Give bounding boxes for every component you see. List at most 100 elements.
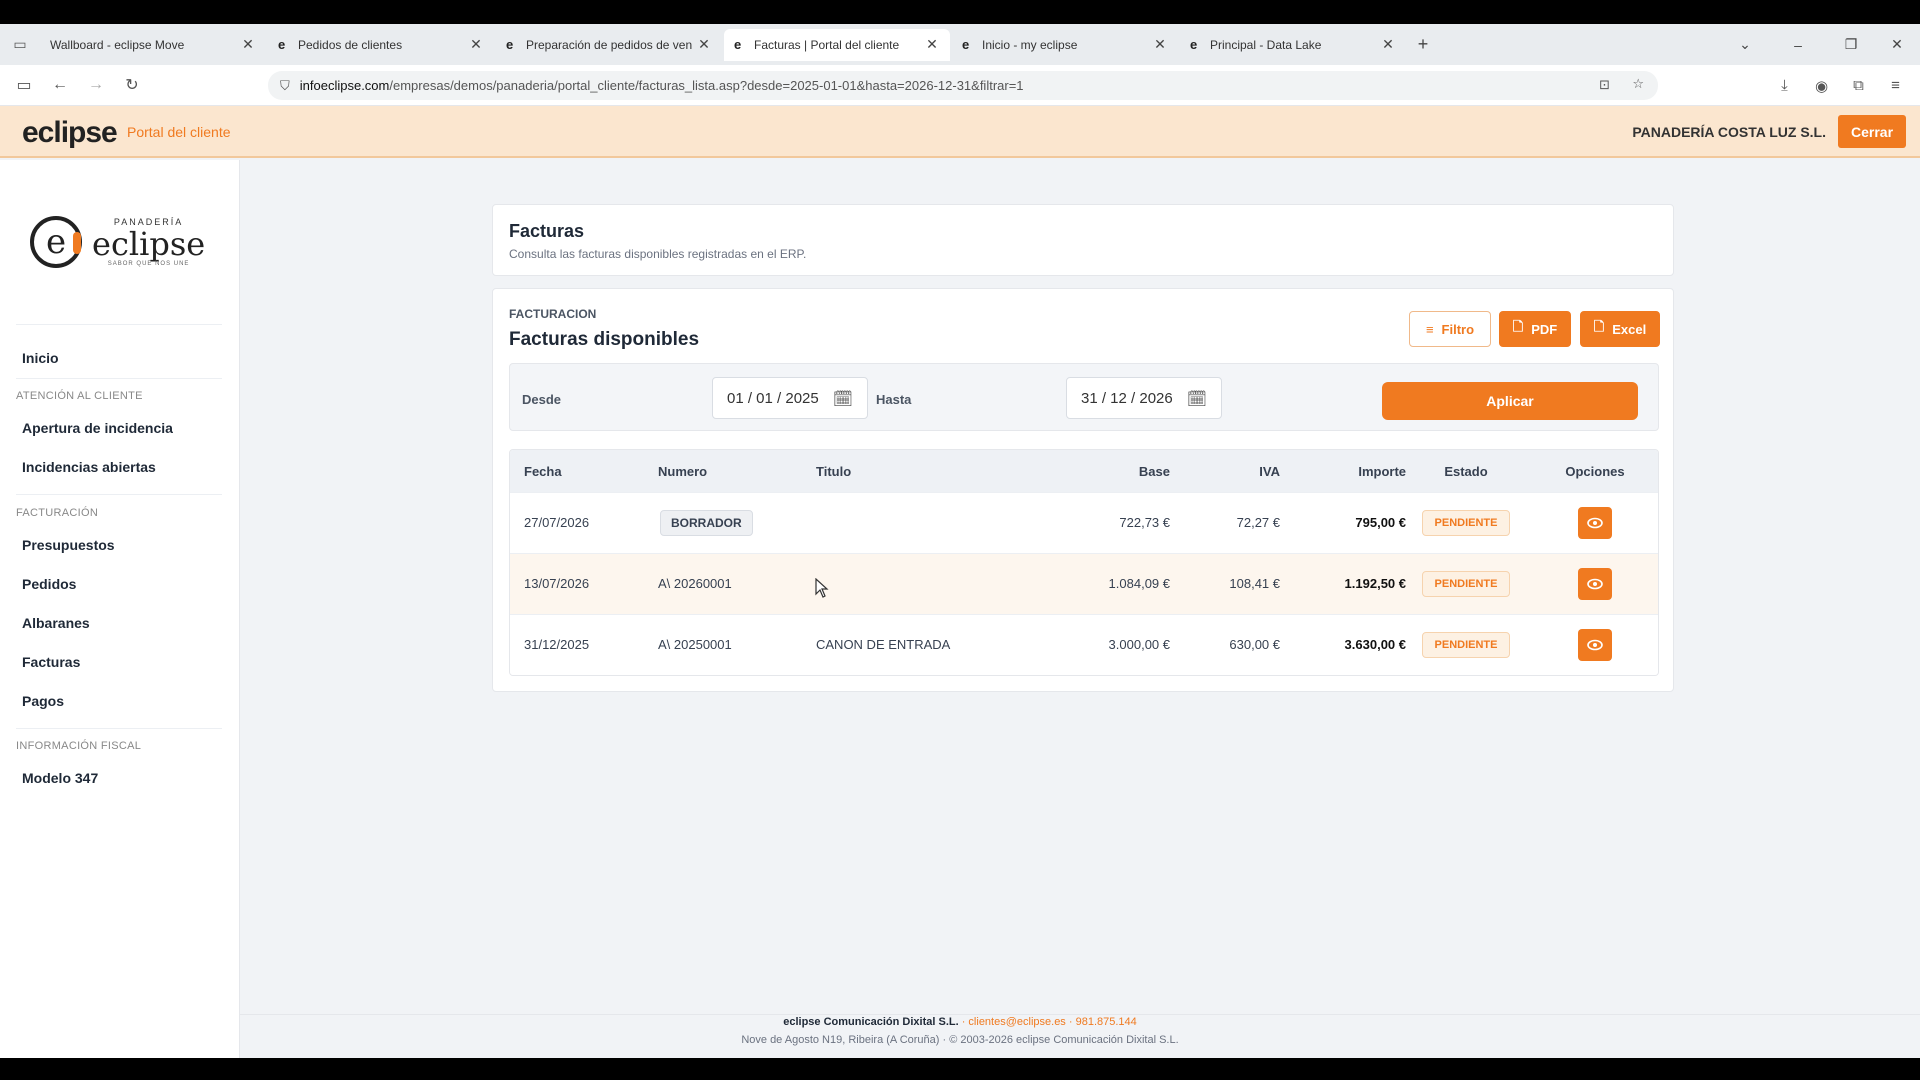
column-header[interactable]: Numero bbox=[658, 464, 707, 479]
view-invoice-button[interactable] bbox=[1578, 629, 1612, 661]
sidebar-item-albaranes[interactable]: Albaranes bbox=[22, 615, 90, 631]
cell-numero: A\ 20250001 bbox=[658, 637, 732, 652]
cell-importe: 795,00 € bbox=[1355, 515, 1406, 530]
sidebar-item-pedidos[interactable]: Pedidos bbox=[22, 576, 76, 592]
sidebar-toggle-icon[interactable]: ▭ bbox=[6, 75, 42, 95]
tab-title: Inicio - my eclipse bbox=[982, 37, 1078, 52]
tab-title: Principal - Data Lake bbox=[1210, 37, 1322, 52]
column-header[interactable]: Opciones bbox=[1550, 464, 1640, 479]
minimize-icon[interactable]: – bbox=[1768, 37, 1828, 53]
screen: ▭ Wallboard - eclipse Move ✕ e Pedidos de … bbox=[0, 0, 1920, 1080]
reload-icon[interactable]: ↻ bbox=[114, 75, 150, 95]
profile-icon[interactable]: ◉ bbox=[1803, 77, 1840, 95]
cell-base: 722,73 € bbox=[1119, 515, 1170, 530]
back-icon[interactable]: ← bbox=[42, 76, 78, 94]
table-row[interactable]: 27/07/2026 BORRADOR 722,73 € 72,27 € 795… bbox=[510, 492, 1658, 553]
filter-button[interactable]: ≡ Filtro bbox=[1409, 311, 1491, 347]
to-label: Hasta bbox=[876, 392, 912, 407]
export-pdf-button[interactable]: 🗋 PDF bbox=[1499, 311, 1571, 347]
table-row[interactable]: 31/12/2025 A\ 20250001 CANON DE ENTRADA … bbox=[510, 614, 1658, 675]
cell-iva: 630,00 € bbox=[1229, 637, 1280, 652]
sidebar-item-modelo-347[interactable]: Modelo 347 bbox=[22, 770, 98, 786]
table-header: Fecha Numero Titulo Base IVA Importe Est… bbox=[510, 450, 1658, 492]
url-path: /empresas/demos/panaderia/portal_cliente… bbox=[389, 78, 1024, 93]
cell-fecha: 31/12/2025 bbox=[524, 637, 590, 652]
bookmark-star-icon[interactable]: ☆ bbox=[1632, 76, 1644, 92]
close-icon[interactable]: ✕ bbox=[696, 36, 712, 53]
status-badge: PENDIENTE bbox=[1422, 632, 1510, 658]
close-icon[interactable]: ✕ bbox=[924, 36, 940, 53]
tab-list-chevron-icon[interactable]: ⌄ bbox=[1722, 36, 1768, 53]
new-tab-icon[interactable]: + bbox=[1408, 34, 1438, 55]
logo-name: eclipse bbox=[92, 225, 206, 263]
tab-title: Wallboard - eclipse Move bbox=[50, 37, 185, 52]
close-icon[interactable]: ✕ bbox=[1380, 36, 1396, 53]
browser-tab[interactable]: e Principal - Data Lake ✕ bbox=[1180, 29, 1406, 61]
footer-company: eclipse Comunicación Dixital S.L. bbox=[783, 1016, 959, 1028]
column-header[interactable]: Estado bbox=[1422, 464, 1510, 479]
column-header[interactable]: Base bbox=[1050, 464, 1170, 479]
cell-importe: 3.630,00 € bbox=[1344, 637, 1406, 652]
footer-contact[interactable]: · clientes@eclipse.es · 981.875.144 bbox=[959, 1016, 1137, 1028]
url-bar[interactable]: ⛉ infoeclipse.com/empresas/demos/panader… bbox=[268, 71, 1658, 100]
menu-icon[interactable]: ≡ bbox=[1877, 77, 1914, 94]
downloads-icon[interactable]: ⤓ bbox=[1766, 77, 1803, 94]
sidebar-item-pagos[interactable]: Pagos bbox=[22, 693, 64, 709]
section-title: Facturas disponibles bbox=[509, 329, 700, 350]
close-icon[interactable]: ✕ bbox=[468, 36, 484, 53]
sidebar-item-incidencias-abiertas[interactable]: Incidencias abiertas bbox=[22, 459, 156, 475]
window-close-icon[interactable]: ✕ bbox=[1874, 36, 1920, 53]
company-name: PANADERÍA COSTA LUZ S.L. bbox=[1632, 124, 1826, 140]
footer-divider bbox=[240, 1014, 1920, 1015]
table-row[interactable]: 13/07/2026 A\ 20260001 1.084,09 € 108,41… bbox=[510, 553, 1658, 614]
close-icon[interactable]: ✕ bbox=[240, 36, 256, 53]
to-date-input[interactable]: 31 / 12 / 2026 🗓 bbox=[1066, 377, 1222, 419]
calendar-icon[interactable]: 🗓 bbox=[1187, 389, 1207, 409]
eye-icon bbox=[1587, 639, 1603, 651]
close-icon[interactable]: ✕ bbox=[1152, 36, 1168, 53]
sidebar-item-presupuestos[interactable]: Presupuestos bbox=[22, 537, 115, 553]
sidebar-heading: ATENCIÓN AL CLIENTE bbox=[16, 390, 143, 402]
sidebar: e PANADERÍA eclipse SABOR QUE NOS UNE In… bbox=[0, 160, 240, 1058]
tab-actions-icon[interactable]: ▭ bbox=[0, 24, 40, 65]
browser-tab-active[interactable]: e Facturas | Portal del cliente ✕ bbox=[724, 28, 950, 61]
eye-icon bbox=[1587, 517, 1603, 529]
install-app-icon[interactable]: ⊡ bbox=[1599, 77, 1610, 93]
column-header[interactable]: Importe bbox=[1280, 464, 1406, 479]
view-invoice-button[interactable] bbox=[1578, 568, 1612, 600]
extensions-icon[interactable]: ⧉ bbox=[1840, 77, 1877, 94]
apply-button[interactable]: Aplicar bbox=[1382, 382, 1638, 420]
cell-numero: A\ 20260001 bbox=[658, 576, 732, 591]
restore-icon[interactable]: ❐ bbox=[1828, 36, 1874, 53]
excel-label: Excel bbox=[1612, 321, 1647, 337]
export-excel-button[interactable]: 🗋 Excel bbox=[1580, 311, 1660, 347]
column-header[interactable]: Fecha bbox=[524, 464, 562, 479]
site-info-icon[interactable]: ⛉ bbox=[280, 78, 290, 94]
browser-tab[interactable]: e Pedidos de clientes ✕ bbox=[268, 29, 494, 61]
calendar-icon[interactable]: 🗓 bbox=[833, 389, 853, 409]
sidebar-item-facturas[interactable]: Facturas bbox=[22, 654, 80, 670]
file-icon: 🗋 bbox=[1593, 319, 1605, 334]
sidebar-item-apertura-incidencia[interactable]: Apertura de incidencia bbox=[22, 420, 173, 436]
browser-tab[interactable]: Wallboard - eclipse Move ✕ bbox=[40, 29, 266, 61]
view-invoice-button[interactable] bbox=[1578, 507, 1612, 539]
logout-button[interactable]: Cerrar bbox=[1838, 115, 1906, 148]
column-header[interactable]: IVA bbox=[1170, 464, 1280, 479]
sidebar-heading: INFORMACIÓN FISCAL bbox=[16, 740, 142, 752]
address-toolbar: ▭ ← → ↻ ⛉ infoeclipse.com/empresas/demos… bbox=[0, 65, 1920, 106]
sidebar-heading: FACTURACIÓN bbox=[16, 507, 99, 519]
from-date-value: 01 / 01 / 2025 bbox=[727, 389, 819, 407]
browser-tab[interactable]: e Inicio - my eclipse ✕ bbox=[952, 29, 1178, 61]
forward-icon[interactable]: → bbox=[78, 76, 114, 94]
column-header[interactable]: Titulo bbox=[816, 464, 851, 479]
cell-fecha: 13/07/2026 bbox=[524, 576, 590, 591]
brand-logo[interactable]: eclipse bbox=[22, 116, 118, 150]
browser-tab[interactable]: e Preparación de pedidos de ven ✕ bbox=[496, 29, 722, 61]
sidebar-item-inicio[interactable]: Inicio bbox=[22, 350, 59, 366]
tab-bar: ▭ Wallboard - eclipse Move ✕ e Pedidos de … bbox=[0, 24, 1920, 65]
cell-base: 1.084,09 € bbox=[1108, 576, 1170, 591]
eclipse-favicon-icon: e bbox=[1190, 36, 1198, 52]
eclipse-favicon-icon: e bbox=[962, 36, 970, 52]
bakery-logo: e PANADERÍA eclipse SABOR QUE NOS UNE bbox=[30, 204, 214, 280]
from-date-input[interactable]: 01 / 01 / 2025 🗓 bbox=[712, 377, 868, 419]
